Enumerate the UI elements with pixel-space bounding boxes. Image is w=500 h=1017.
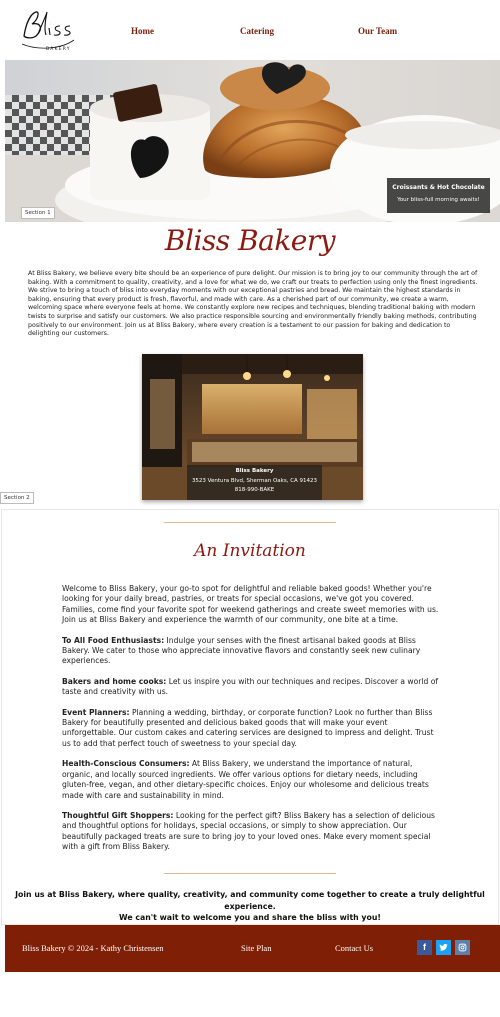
instagram-icon[interactable] — [455, 940, 470, 955]
nav-home[interactable]: Home — [131, 26, 154, 36]
twitter-icon[interactable] — [436, 940, 451, 955]
audience-health-conscious: Health-Conscious Consumers: At Bliss Bak… — [62, 759, 429, 800]
invitation-intro: Welcome to Bliss Bakery, your go-to spot… — [62, 584, 439, 625]
divider-top — [164, 522, 336, 523]
closing-line-1: Join us at Bliss Bakery, where quality, … — [15, 890, 485, 911]
store-name: Bliss Bakery — [235, 468, 274, 474]
closing-line-2: We can't wait to welcome you and share t… — [119, 913, 381, 922]
bliss-bakery-logo[interactable]: BAKERY — [16, 6, 78, 54]
store-info-card: Bliss Bakery 3523 Ventura Blvd, Sherman … — [187, 465, 322, 500]
hero-caption: Croissants & Hot Chocolate Your bliss-fu… — [387, 178, 490, 213]
page-title: Bliss Bakery — [164, 224, 336, 257]
hero-caption-title: Croissants & Hot Chocolate — [392, 184, 485, 191]
hero-caption-subtitle: Your bliss-full morning awaits! — [397, 197, 480, 203]
facebook-icon[interactable]: f — [417, 940, 432, 955]
footer-site-plan-link[interactable]: Site Plan — [241, 943, 271, 953]
footer-contact-link[interactable]: Contact Us — [335, 943, 373, 953]
audience-event-planners: Event Planners: Planning a wedding, birt… — [62, 707, 434, 748]
audience-food-enthusiasts: To All Food Enthusiasts: Indulge your se… — [62, 635, 421, 666]
nav-our-team[interactable]: Our Team — [358, 26, 397, 36]
logo-subtitle: BAKERY — [46, 46, 71, 52]
closing-message: Join us at Bliss Bakery, where quality, … — [10, 889, 490, 924]
footer-copyright: Bliss Bakery © 2024 - Kathy Christensen — [22, 943, 164, 953]
audience-bakers: Bakers and home cooks: Let us inspire yo… — [62, 676, 439, 697]
store-address: 3523 Ventura Blvd, Sherman Oaks, CA 9142… — [191, 478, 318, 484]
section-1-label: Section 1 — [21, 207, 55, 219]
divider-bottom — [164, 873, 336, 874]
invitation-body: Welcome to Bliss Bakery, your go-to spot… — [62, 584, 442, 863]
section-2-label: Section 2 — [0, 492, 34, 504]
about-paragraph: At Bliss Bakery, we believe every bite s… — [28, 270, 478, 338]
store-phone: 818-990-BAKE — [234, 487, 275, 493]
audience-gift-shoppers: Thoughtful Gift Shoppers: Looking for th… — [62, 810, 436, 852]
site-header: BAKERY Home Catering Our Team — [0, 0, 500, 60]
invitation-title: An Invitation — [194, 541, 306, 561]
nav-catering[interactable]: Catering — [240, 26, 274, 36]
